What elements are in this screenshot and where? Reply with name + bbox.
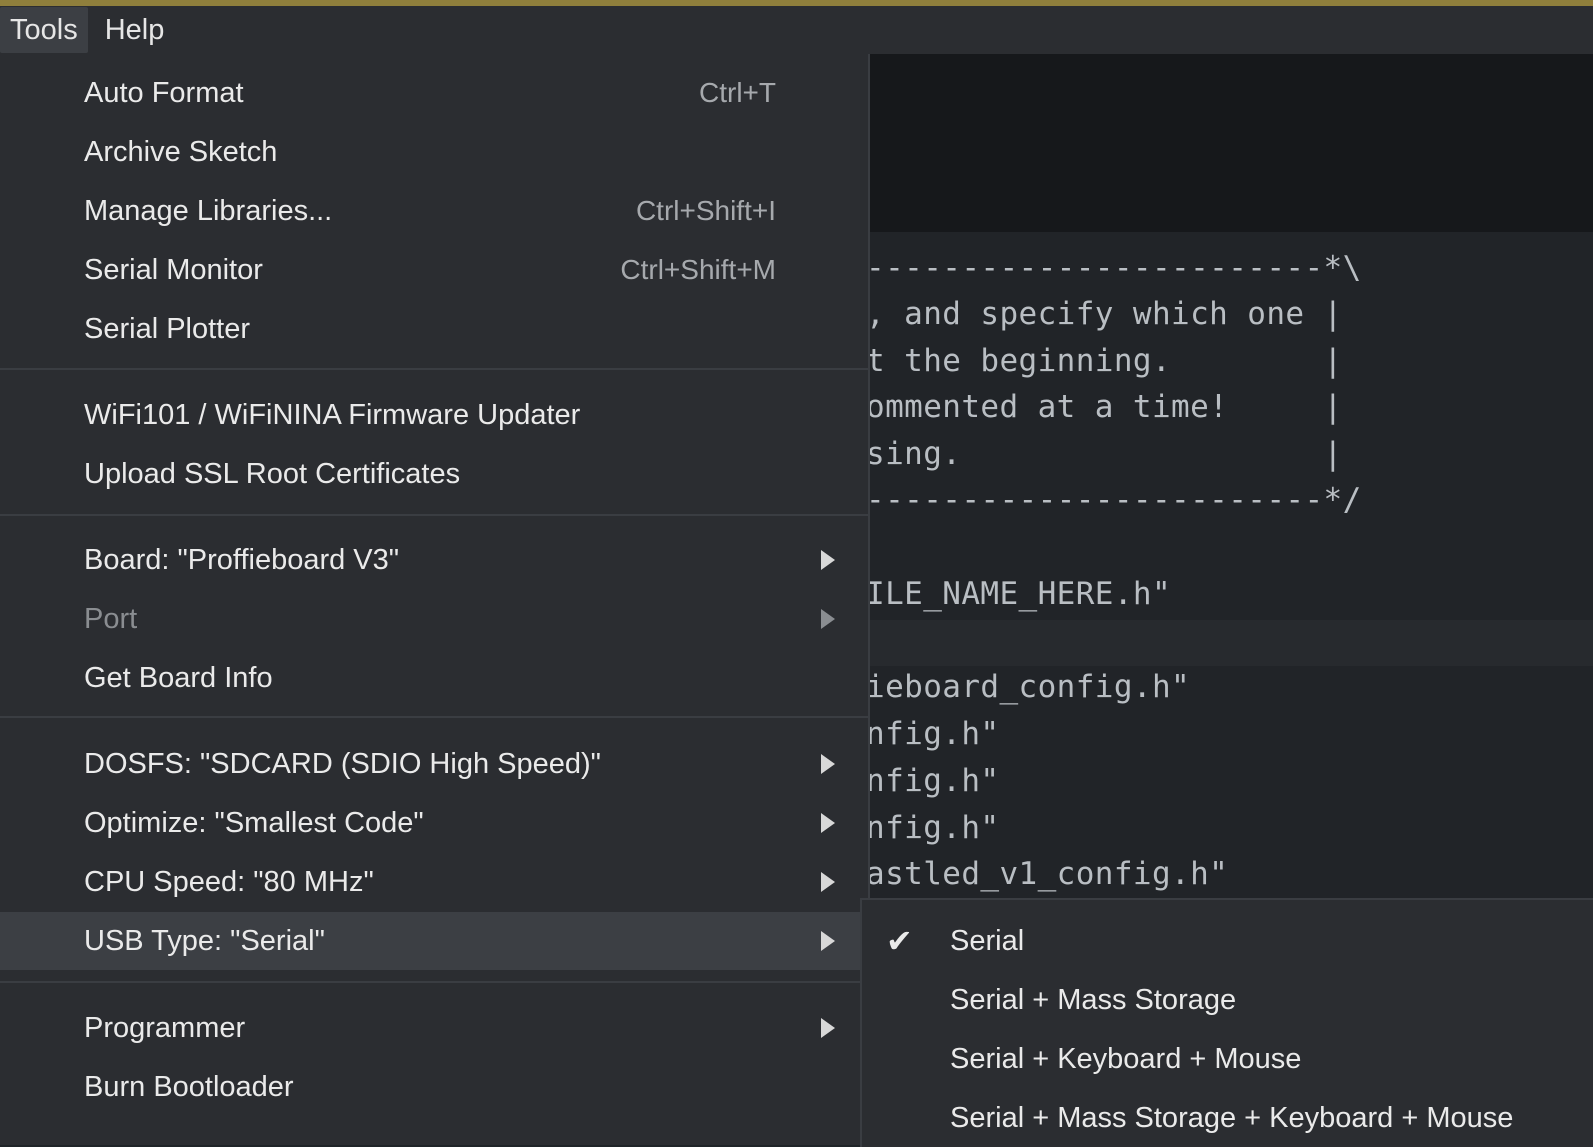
usb-type-submenu: ✔ Serial Serial + Mass Storage Serial + … — [860, 898, 1593, 1147]
submenu-arrow-icon — [821, 550, 835, 570]
code-line: t the beginning. | — [866, 343, 1343, 379]
code-line: nfig.h" — [866, 763, 1000, 799]
menu-item-label: Board: "Proffieboard V3" — [84, 543, 400, 576]
menu-item-label: DOSFS: "SDCARD (SDIO High Speed)" — [84, 747, 601, 780]
menu-item-programmer[interactable]: Programmer — [0, 999, 868, 1057]
submenu-item-label: Serial + Mass Storage — [950, 983, 1237, 1016]
submenu-arrow-icon — [821, 754, 835, 774]
menu-item-port: Port — [0, 590, 868, 648]
menu-item-get-board-info[interactable]: Get Board Info — [0, 649, 868, 707]
usb-option-serial[interactable]: ✔ Serial — [862, 912, 1593, 970]
menu-item-shortcut: Ctrl+Shift+M — [620, 254, 776, 285]
menu-tools[interactable]: Tools — [0, 7, 88, 53]
menu-help[interactable]: Help — [95, 7, 175, 53]
code-line: ------------------------*/ — [866, 482, 1362, 518]
submenu-arrow-icon — [821, 872, 835, 892]
submenu-arrow-icon — [821, 931, 835, 951]
code-line: astled_v1_config.h" — [866, 856, 1229, 892]
menu-item-label: Archive Sketch — [84, 135, 278, 168]
code-line: ILE_NAME_HERE.h" — [866, 576, 1172, 612]
menu-separator — [0, 981, 868, 983]
menu-separator — [0, 368, 868, 370]
menu-item-shortcut: Ctrl+T — [699, 77, 776, 108]
menu-item-serial-monitor[interactable]: Serial Monitor Ctrl+Shift+M — [0, 241, 868, 299]
code-line: ieboard_config.h" — [866, 669, 1191, 705]
menu-item-board[interactable]: Board: "Proffieboard V3" — [0, 531, 868, 589]
submenu-arrow-icon — [821, 813, 835, 833]
submenu-arrow-icon — [821, 609, 835, 629]
menu-item-cpu-speed[interactable]: CPU Speed: "80 MHz" — [0, 853, 868, 911]
menu-item-shortcut: Ctrl+Shift+I — [635, 195, 776, 226]
code-line: ------------------------*\ — [866, 250, 1362, 286]
menu-item-label: Serial Plotter — [84, 312, 251, 345]
submenu-item-label: Serial + Keyboard + Mouse — [950, 1042, 1302, 1075]
usb-option-serial-mass-storage[interactable]: Serial + Mass Storage — [862, 971, 1593, 1029]
submenu-item-label: Serial — [950, 924, 1025, 957]
menu-item-label: Port — [84, 602, 138, 635]
menu-item-label: Optimize: "Smallest Code" — [84, 806, 424, 839]
menu-item-label: CPU Speed: "80 MHz" — [84, 865, 374, 898]
checkmark-icon: ✔ — [886, 923, 913, 959]
code-line: ommented at a time! | — [866, 389, 1343, 425]
usb-option-serial-keyboard-mouse[interactable]: Serial + Keyboard + Mouse — [862, 1030, 1593, 1088]
code-line: nfig.h" — [866, 810, 1000, 846]
menu-item-archive-sketch[interactable]: Archive Sketch — [0, 123, 868, 181]
menu-item-label: Get Board Info — [84, 661, 273, 694]
code-line: sing. | — [866, 436, 1343, 472]
submenu-item-label: Serial + Mass Storage + Keyboard + Mouse — [950, 1101, 1514, 1134]
code-line: , and specify which one | — [866, 296, 1343, 332]
menu-item-label: Serial Monitor — [84, 253, 263, 286]
menu-item-manage-libraries[interactable]: Manage Libraries... Ctrl+Shift+I — [0, 182, 868, 240]
submenu-arrow-icon — [821, 1018, 835, 1038]
menu-item-usb-type[interactable]: USB Type: "Serial" — [0, 912, 862, 970]
editor-current-line — [870, 620, 1593, 666]
menu-item-label: Programmer — [84, 1011, 246, 1044]
menu-item-label: Manage Libraries... — [84, 194, 333, 227]
menu-item-label: WiFi101 / WiFiNINA Firmware Updater — [84, 398, 581, 431]
menu-item-auto-format[interactable]: Auto Format Ctrl+T — [0, 64, 868, 122]
menu-item-label: Upload SSL Root Certificates — [84, 457, 461, 490]
menu-item-label: USB Type: "Serial" — [84, 924, 325, 957]
tools-dropdown-menu: Auto Format Ctrl+T Archive Sketch Manage… — [0, 54, 870, 1145]
menu-bar: Tools Help — [0, 6, 1593, 54]
menu-item-serial-plotter[interactable]: Serial Plotter — [0, 300, 868, 358]
menu-item-dosfs[interactable]: DOSFS: "SDCARD (SDIO High Speed)" — [0, 735, 868, 793]
menu-item-wifi-firmware-updater[interactable]: WiFi101 / WiFiNINA Firmware Updater — [0, 386, 868, 444]
menu-separator — [0, 514, 868, 516]
code-line: nfig.h" — [866, 716, 1000, 752]
editor-toolbar-area — [870, 54, 1593, 232]
menu-separator — [0, 716, 868, 718]
menu-item-upload-ssl-certificates[interactable]: Upload SSL Root Certificates — [0, 445, 868, 503]
usb-option-serial-mass-storage-keyboard-mouse[interactable]: Serial + Mass Storage + Keyboard + Mouse — [862, 1089, 1593, 1147]
menu-item-label: Auto Format — [84, 76, 244, 109]
menu-item-label: Burn Bootloader — [84, 1070, 294, 1103]
menu-item-burn-bootloader[interactable]: Burn Bootloader — [0, 1058, 868, 1116]
menu-item-optimize[interactable]: Optimize: "Smallest Code" — [0, 794, 868, 852]
